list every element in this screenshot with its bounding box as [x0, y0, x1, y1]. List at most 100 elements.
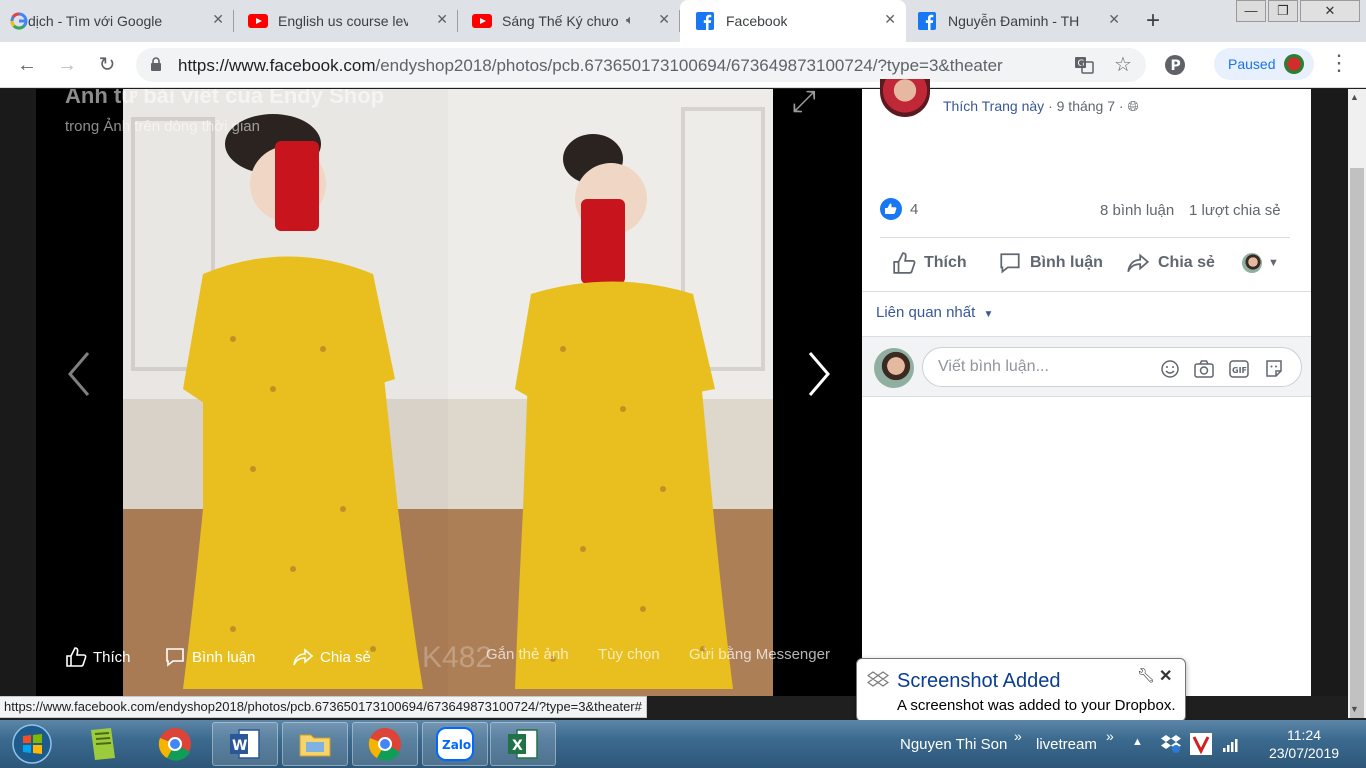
send-messenger-button[interactable]: Gửi bằng Messenger: [689, 646, 830, 663]
taskbar-app-explorer[interactable]: [282, 722, 348, 766]
dress-photo[interactable]: [123, 89, 773, 696]
comment-box[interactable]: GIF: [922, 347, 1302, 387]
chevron-icon[interactable]: »: [1014, 728, 1022, 744]
page-dim-right: [1311, 89, 1348, 696]
close-icon[interactable]: ✕: [1108, 11, 1120, 28]
minimize-button[interactable]: —: [1236, 0, 1266, 22]
close-icon[interactable]: ✕: [212, 11, 224, 28]
page-dim-left: [0, 89, 36, 696]
post-date[interactable]: 9 tháng 7: [1057, 98, 1115, 114]
taskbar-app-excel[interactable]: X: [490, 722, 556, 766]
comment-count-link[interactable]: 8 bình luận: [1100, 202, 1174, 219]
chevron-icon[interactable]: »: [1106, 728, 1114, 744]
like-page-link[interactable]: Thích Trang này: [943, 98, 1044, 114]
avatar[interactable]: [874, 348, 914, 388]
bookmark-star-icon[interactable]: ☆: [1114, 52, 1132, 77]
close-icon[interactable]: ✕: [884, 11, 896, 28]
paused-label: Paused: [1228, 56, 1276, 72]
taskbar-app-chrome-open[interactable]: [352, 722, 418, 766]
taskbar-app-zalo[interactable]: Zalo: [422, 722, 488, 766]
toolbar-nguyen-thi-son[interactable]: Nguyen Thi Son: [900, 736, 1007, 753]
taskbar-app-chrome[interactable]: [142, 722, 208, 766]
product-code: K482: [422, 641, 493, 674]
share-button[interactable]: Chia sẻ: [1126, 251, 1215, 275]
expand-icon[interactable]: ⤢: [792, 89, 816, 119]
photo-like-label: Thích: [93, 648, 131, 666]
photo-subtitle[interactable]: trong Ảnh trên dòng thời gian: [65, 118, 260, 135]
camera-icon[interactable]: [1193, 358, 1215, 380]
svg-text:X: X: [512, 738, 523, 754]
new-tab-button[interactable]: +: [1138, 8, 1168, 36]
forward-button[interactable]: →: [54, 52, 80, 78]
close-window-button[interactable]: ✕: [1300, 0, 1360, 22]
address-bar[interactable]: https://www.facebook.com/endyshop2018/ph…: [136, 48, 1146, 82]
wrench-icon[interactable]: 🔧︎: [1137, 667, 1155, 684]
svg-text:P: P: [1171, 58, 1181, 74]
google-icon: [10, 12, 28, 30]
options-label: Tùy chọn: [598, 646, 660, 663]
folder-icon: [299, 734, 331, 757]
options-button[interactable]: Tùy chọn: [598, 646, 660, 663]
avatar: [1242, 253, 1262, 273]
photo-share-button[interactable]: Chia sẻ: [292, 646, 371, 668]
scroll-up-arrow-icon[interactable]: ▲: [1350, 92, 1359, 102]
comment-sort-dropdown[interactable]: Liên quan nhất ▼: [876, 304, 993, 321]
tag-photo-button[interactable]: Gắn thẻ ảnh: [486, 646, 569, 663]
system-clock[interactable]: 11:24 23/07/2019: [1256, 726, 1352, 762]
profile-paused-button[interactable]: Paused: [1214, 48, 1314, 80]
photo-like-button[interactable]: Thích: [65, 646, 131, 668]
dropbox-tray-icon[interactable]: [1160, 734, 1182, 754]
reaction-summary[interactable]: 4: [880, 198, 918, 220]
vivaldi-tray-icon[interactable]: [1190, 733, 1212, 755]
dropbox-notification[interactable]: Screenshot Added A screenshot was added …: [856, 658, 1186, 722]
avatar[interactable]: [880, 79, 930, 117]
share-icon: [1127, 253, 1150, 273]
toolbar-livetream[interactable]: livetream: [1036, 736, 1097, 753]
like-reaction-icon: [880, 198, 902, 220]
close-icon[interactable]: ✕: [436, 11, 448, 28]
next-photo-arrow-icon[interactable]: [804, 349, 834, 399]
photo-comment-label: Bình luận: [192, 648, 256, 666]
gif-icon[interactable]: GIF: [1228, 358, 1250, 380]
thumbs-up-icon: [893, 252, 916, 274]
tab-youtube-english[interactable]: English us course leve ✕: [236, 0, 458, 42]
photo-theater: Ảnh từ bài viết của Endy Shop trong Ảnh …: [36, 89, 862, 696]
tab-youtube-sang-the-ky[interactable]: Sáng Thế Ký chươ 🔈︎ ✕: [460, 0, 680, 42]
svg-text:GIF: GIF: [1232, 366, 1247, 375]
start-button-icon[interactable]: [6, 722, 58, 766]
pinterest-icon[interactable]: P: [1164, 54, 1186, 76]
reload-button[interactable]: ↻: [94, 52, 120, 78]
network-signal-icon[interactable]: [1222, 736, 1240, 752]
previous-photo-arrow-icon[interactable]: [64, 349, 94, 399]
share-count-link[interactable]: 1 lượt chia sẻ: [1189, 202, 1281, 219]
maximize-button[interactable]: ❐: [1268, 0, 1298, 22]
post-as-selector[interactable]: ▼: [1242, 253, 1279, 273]
photo-comment-button[interactable]: Bình luận: [164, 646, 255, 668]
close-icon[interactable]: ✕: [658, 11, 670, 28]
tab-google-search[interactable]: dịch - Tìm với Google ✕: [0, 0, 234, 42]
close-icon[interactable]: ✕: [1159, 666, 1172, 686]
notepad-icon: [91, 728, 115, 760]
chrome-icon: [158, 728, 191, 761]
show-hidden-icons-arrow-icon[interactable]: ▲: [1132, 736, 1143, 748]
tag-photo-label: Gắn thẻ ảnh: [486, 646, 569, 663]
translate-icon[interactable]: G: [1074, 56, 1094, 74]
taskbar-app-word[interactable]: W: [212, 722, 278, 766]
notification-message: A screenshot was added to your Dropbox.: [897, 697, 1176, 714]
menu-dots-icon[interactable]: ⋮: [1328, 50, 1350, 76]
dropbox-icon: [867, 671, 889, 687]
scroll-down-arrow-icon[interactable]: ▼: [1350, 704, 1359, 714]
taskbar-app-notes[interactable]: [70, 722, 136, 766]
tab-facebook-active[interactable]: Facebook ✕: [680, 0, 906, 42]
back-button[interactable]: ←: [14, 52, 40, 78]
emoji-icon[interactable]: [1159, 358, 1181, 380]
clock-date: 23/07/2019: [1268, 745, 1340, 761]
scrollbar-thumb[interactable]: [1350, 168, 1364, 718]
comment-button[interactable]: Bình luận: [998, 251, 1103, 275]
speaker-icon[interactable]: 🔈︎: [626, 12, 634, 28]
sticker-icon[interactable]: [1263, 358, 1285, 380]
post-meta: Thích Trang này · 9 tháng 7 · 🌐︎: [943, 98, 1139, 114]
tab-facebook-nguyen[interactable]: Nguyễn Đaminh - TH ✕: [906, 0, 1130, 42]
like-button[interactable]: Thích: [892, 251, 967, 275]
comment-input[interactable]: [938, 358, 1148, 376]
